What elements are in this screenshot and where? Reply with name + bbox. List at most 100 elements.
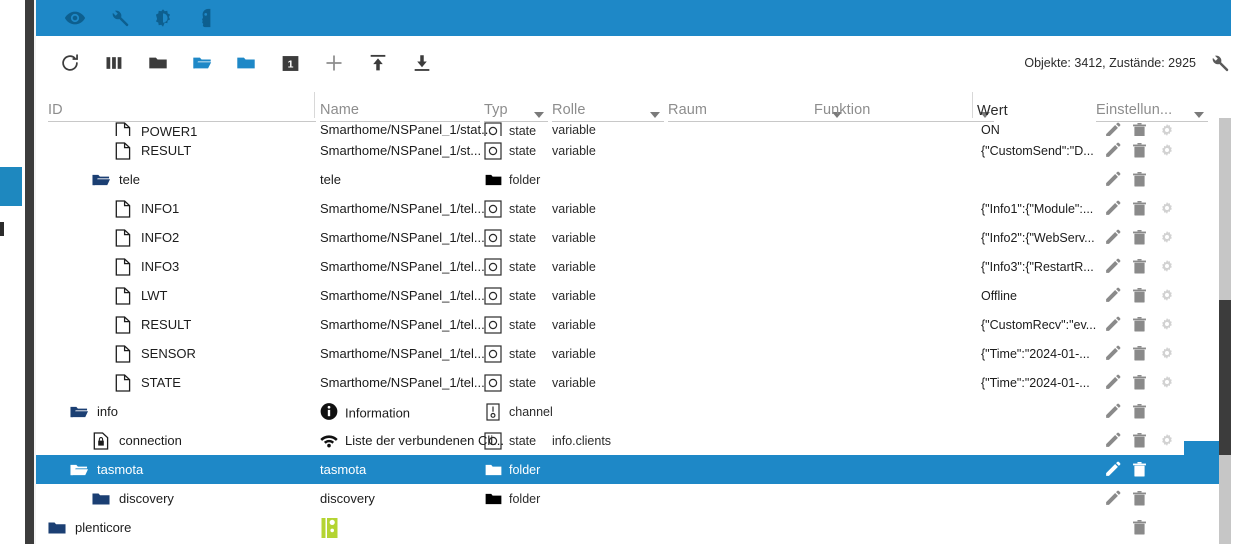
settings-icon[interactable]	[1158, 345, 1175, 362]
settings-icon[interactable]	[1158, 142, 1175, 159]
edit-icon[interactable]	[1104, 316, 1121, 333]
table-row[interactable]: INFO3 Smarthome/NSPanel_1/tel... state vari…	[36, 252, 1220, 281]
filter-rolle[interactable]: Rolle	[552, 90, 664, 122]
settings-icon[interactable]	[1158, 200, 1175, 217]
row-name-label: Smarthome/NSPanel_1/st...	[320, 143, 482, 158]
settings-icon[interactable]	[1158, 287, 1175, 304]
delete-icon[interactable]	[1131, 374, 1148, 391]
table-row[interactable]: STATE Smarthome/NSPanel_1/tel... state vari…	[36, 368, 1220, 397]
contrast-icon[interactable]	[152, 7, 174, 29]
delete-icon[interactable]	[1131, 345, 1148, 362]
export-button[interactable]	[400, 41, 444, 85]
row-id-label: INFO2	[141, 230, 180, 245]
cell-id: tasmota	[36, 461, 316, 479]
delete-icon[interactable]	[1131, 490, 1148, 507]
row-typ-label: state	[509, 230, 537, 245]
table-row[interactable]: RESULT Smarthome/NSPanel_1/st... state vari…	[36, 136, 1220, 165]
row-rolle-label: variable	[552, 144, 596, 158]
settings-icon[interactable]	[1158, 258, 1175, 275]
cell-actions	[1104, 142, 1220, 159]
expand-all-button[interactable]	[180, 41, 224, 85]
cell-actions	[1104, 403, 1220, 420]
table-row[interactable]: INFO2 Smarthome/NSPanel_1/tel... state vari…	[36, 223, 1220, 252]
cell-id: POWER1	[36, 122, 316, 136]
folder-black-icon	[484, 490, 502, 508]
table-row[interactable]: info Information channel	[36, 397, 1220, 426]
table-row[interactable]: LWT Smarthome/NSPanel_1/tel... state variab…	[36, 281, 1220, 310]
edit-icon[interactable]	[1104, 461, 1121, 478]
edit-icon[interactable]	[1104, 122, 1121, 136]
delete-icon[interactable]	[1131, 200, 1148, 217]
delete-icon[interactable]	[1131, 122, 1148, 136]
edit-icon[interactable]	[1104, 171, 1121, 188]
import-button[interactable]	[356, 41, 400, 85]
row-typ-label: state	[509, 375, 537, 390]
chevron-down-icon[interactable]	[650, 112, 660, 118]
folder-blue-button[interactable]	[224, 41, 268, 85]
settings-icon[interactable]	[1158, 374, 1175, 391]
columns-button[interactable]	[92, 41, 136, 85]
table-row[interactable]: POWER1 Smarthome/NSPanel_1/stat... state va…	[36, 122, 1220, 136]
edit-icon[interactable]	[1104, 345, 1121, 362]
filter-typ[interactable]: Typ	[484, 90, 548, 122]
filter-einstellungen[interactable]: Einstellun...	[1096, 90, 1208, 122]
action-spacer	[1158, 461, 1175, 478]
delete-icon[interactable]	[1131, 258, 1148, 275]
delete-icon[interactable]	[1131, 403, 1148, 420]
filter-name[interactable]: Name	[320, 90, 480, 122]
delete-icon[interactable]	[1131, 287, 1148, 304]
object-table: POWER1 Smarthome/NSPanel_1/stat... state va…	[36, 122, 1220, 544]
table-row[interactable]: SENSOR Smarthome/NSPanel_1/tel... state var…	[36, 339, 1220, 368]
settings-wrench-button[interactable]	[1208, 36, 1230, 90]
settings-icon[interactable]	[1158, 432, 1175, 449]
depth-badge-icon[interactable]: 1	[268, 41, 312, 85]
table-row[interactable]: plenticore	[36, 513, 1220, 542]
delete-icon[interactable]	[1131, 171, 1148, 188]
folder-white-icon	[484, 461, 502, 479]
cell-id: connection	[36, 431, 316, 450]
delete-icon[interactable]	[1131, 519, 1148, 536]
table-row[interactable]: tasmota tasmota folder	[36, 455, 1220, 484]
table-row[interactable]: INFO1 Smarthome/NSPanel_1/tel... state vari…	[36, 194, 1220, 223]
edit-icon[interactable]	[1104, 432, 1121, 449]
folder-open-icon	[70, 403, 88, 421]
table-row[interactable]: discovery discovery folder	[36, 484, 1220, 513]
eye-icon[interactable]	[64, 7, 86, 29]
filter-funktion[interactable]: Funktion	[814, 90, 994, 122]
column-header-typ: Typ	[484, 102, 508, 118]
edit-icon[interactable]	[1104, 258, 1121, 275]
wrench-icon[interactable]	[108, 7, 130, 29]
table-row[interactable]: RESULT Smarthome/NSPanel_1/tel... state var…	[36, 310, 1220, 339]
column-header-id: ID	[48, 102, 63, 118]
chevron-down-icon[interactable]	[534, 112, 544, 118]
table-row[interactable]: connection Liste der verbundenen Cli... st…	[36, 426, 1220, 455]
settings-icon[interactable]	[1158, 316, 1175, 333]
edit-icon[interactable]	[1104, 142, 1121, 159]
filter-id[interactable]: ID	[48, 90, 316, 122]
row-id-label: tasmota	[97, 462, 144, 477]
delete-icon[interactable]	[1131, 142, 1148, 159]
row-rolle-label: variable	[552, 289, 596, 303]
collapse-all-button[interactable]	[136, 41, 180, 85]
vertical-scrollbar-thumb[interactable]	[1219, 300, 1231, 455]
column-header-funktion: Funktion	[814, 102, 871, 118]
table-row[interactable]: tele tele folder	[36, 165, 1220, 194]
settings-icon[interactable]	[1158, 229, 1175, 246]
delete-icon[interactable]	[1131, 316, 1148, 333]
edit-icon[interactable]	[1104, 374, 1121, 391]
delete-icon[interactable]	[1131, 461, 1148, 478]
edit-icon[interactable]	[1104, 200, 1121, 217]
edit-icon[interactable]	[1104, 403, 1121, 420]
edit-icon[interactable]	[1104, 287, 1121, 304]
column-header-rolle: Rolle	[552, 102, 586, 118]
delete-icon[interactable]	[1131, 229, 1148, 246]
delete-icon[interactable]	[1131, 432, 1148, 449]
user-head-icon[interactable]	[196, 7, 218, 29]
settings-icon[interactable]	[1158, 122, 1175, 136]
row-id-label: INFO1	[141, 201, 180, 216]
refresh-button[interactable]	[48, 41, 92, 85]
add-button[interactable]	[312, 41, 356, 85]
edit-icon[interactable]	[1104, 229, 1121, 246]
edit-icon[interactable]	[1104, 490, 1121, 507]
chevron-down-icon[interactable]	[1194, 112, 1204, 118]
